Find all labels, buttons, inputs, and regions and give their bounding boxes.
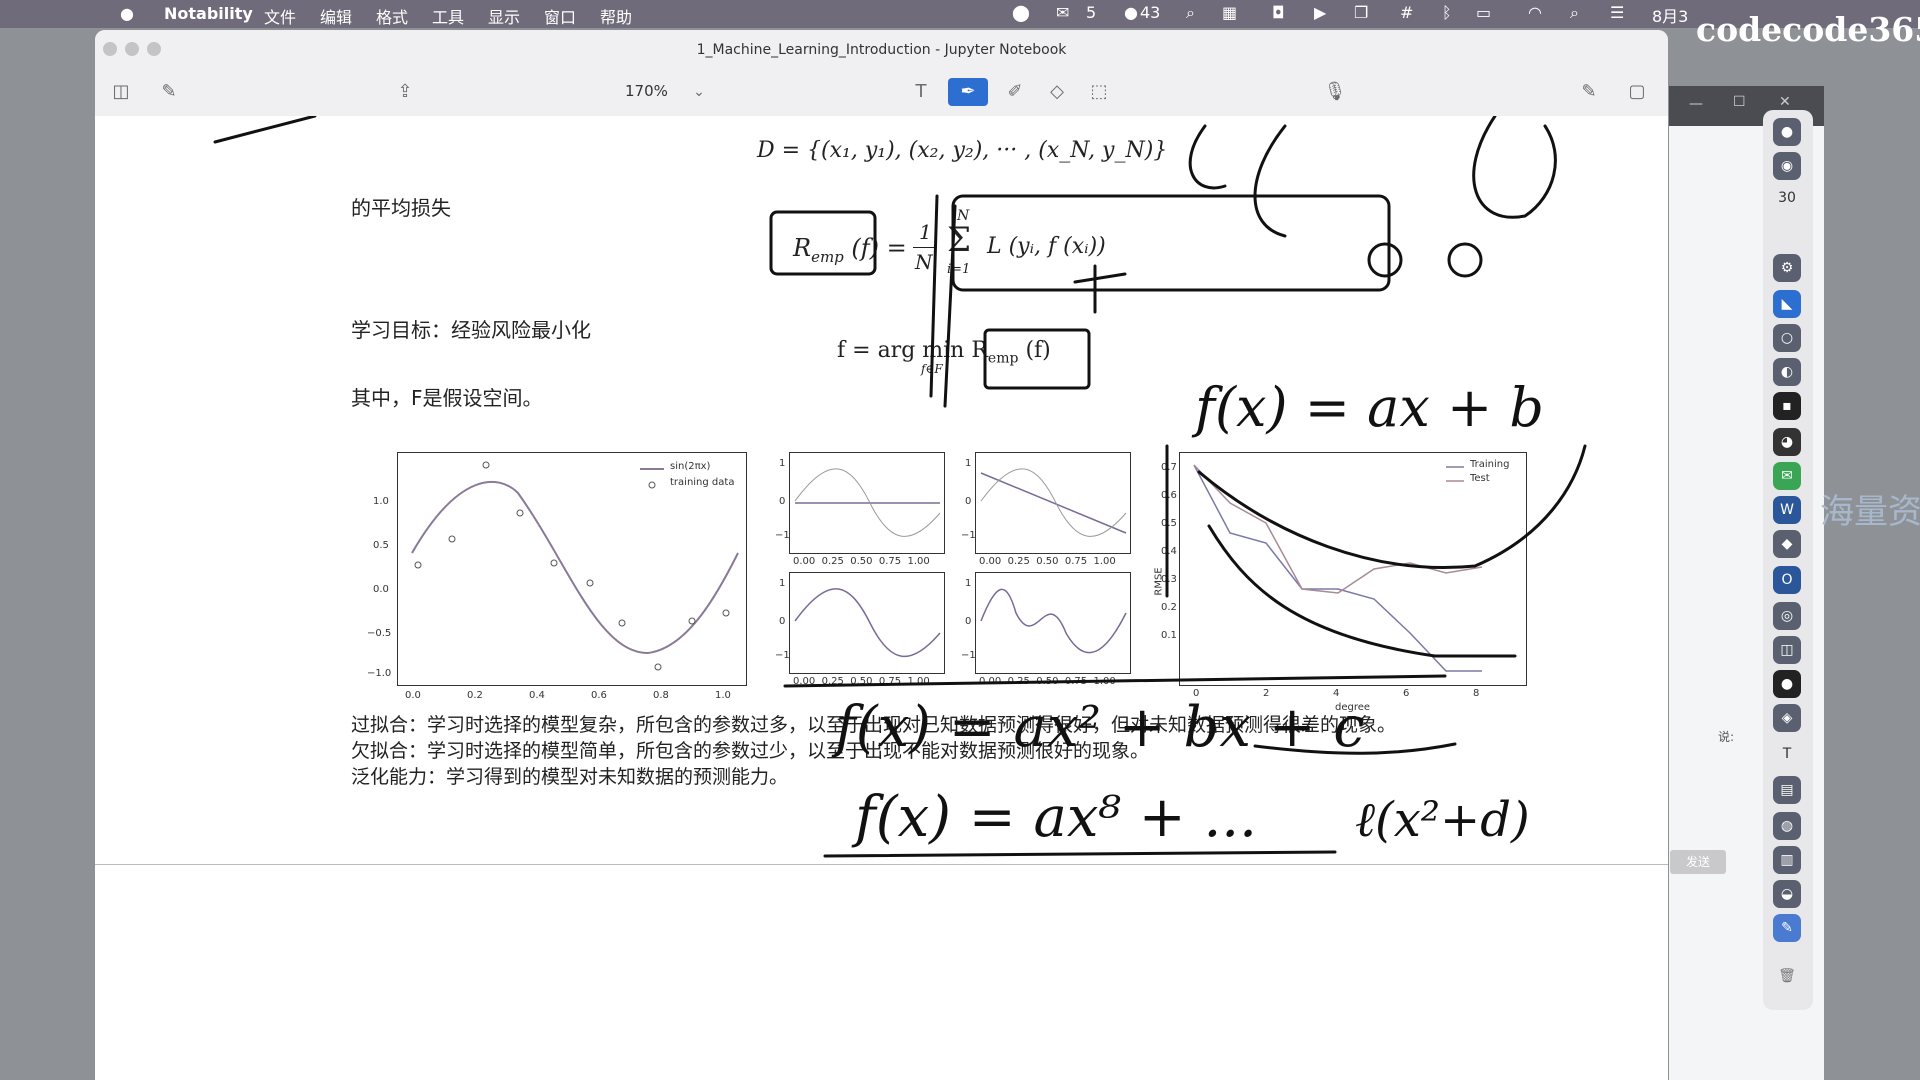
ink-line-2: f(x) = ax² + bx + c bbox=[831, 695, 1365, 760]
menu-view[interactable]: 显示 bbox=[488, 4, 520, 28]
menu-window[interactable]: 窗口 bbox=[544, 4, 576, 28]
dock-app-9-icon[interactable]: ◈ bbox=[1773, 704, 1801, 732]
text-icon[interactable]: T bbox=[1773, 740, 1801, 768]
dock-app-1-icon[interactable]: ● bbox=[1773, 118, 1801, 146]
ink-line-4: ℓ(x²+d) bbox=[1355, 792, 1530, 848]
menu-format[interactable]: 格式 bbox=[376, 4, 408, 28]
window-titlebar: 1_Machine_Learning_Introduction - Jupyte… bbox=[95, 30, 1668, 68]
notification-count: 43 bbox=[1140, 3, 1161, 22]
window-title: 1_Machine_Learning_Introduction - Jupyte… bbox=[696, 42, 1067, 58]
share-icon[interactable]: ⇪ bbox=[391, 78, 419, 106]
say-label: 说: bbox=[1718, 730, 1735, 744]
minimize-icon[interactable]: — bbox=[1689, 96, 1703, 112]
menu-help[interactable]: 帮助 bbox=[600, 4, 632, 28]
dock-app-12-icon[interactable]: ◒ bbox=[1773, 880, 1801, 908]
status-app-icon[interactable]: ⬤ bbox=[1012, 3, 1030, 22]
dock-app-2-icon[interactable]: ◉ bbox=[1773, 152, 1801, 180]
calendar-icon[interactable]: 30 bbox=[1773, 190, 1801, 212]
wechat-dock-icon[interactable]: ✉ bbox=[1773, 462, 1801, 490]
ink-line-1: f(x) = ax + b bbox=[1191, 376, 1544, 439]
side-watermark-text: 海量资 bbox=[1820, 492, 1920, 532]
toolbar bbox=[95, 68, 1668, 117]
send-button[interactable]: 发送 bbox=[1670, 850, 1726, 874]
watermark: codecode365 bbox=[1696, 10, 1920, 49]
dock-app-7-icon[interactable]: ◎ bbox=[1773, 602, 1801, 630]
play-icon[interactable]: ▶ bbox=[1314, 3, 1326, 22]
pencil-settings-icon[interactable]: ✎ bbox=[1575, 78, 1603, 106]
hash-icon[interactable]: # bbox=[1400, 3, 1413, 22]
vscode-icon[interactable]: ◣ bbox=[1773, 290, 1801, 318]
menu-file[interactable]: 文件 bbox=[264, 4, 296, 28]
word-icon[interactable]: W bbox=[1773, 496, 1801, 524]
outlook-icon[interactable]: O bbox=[1773, 566, 1801, 594]
battery-icon[interactable]: ▭ bbox=[1476, 3, 1491, 22]
text-tool-icon[interactable]: T bbox=[907, 78, 935, 106]
control-center-icon[interactable]: ☰ bbox=[1610, 3, 1624, 22]
window-icon[interactable]: ❐ bbox=[1354, 3, 1368, 22]
bookmark-icon[interactable]: ◘ bbox=[1272, 3, 1285, 22]
search-status-icon[interactable]: ⌕ bbox=[1186, 3, 1195, 23]
notability-dock-icon[interactable]: ✎ bbox=[1773, 914, 1801, 942]
github-icon[interactable]: ● bbox=[1773, 670, 1801, 698]
grid-icon[interactable]: ▦ bbox=[1222, 3, 1237, 22]
menu-tools[interactable]: 工具 bbox=[432, 4, 464, 28]
sidebar-icon[interactable]: ◫ bbox=[107, 78, 135, 106]
dock bbox=[1763, 110, 1813, 1010]
dock-app-5-icon[interactable]: ◐ bbox=[1773, 358, 1801, 386]
books-icon[interactable]: ▥ bbox=[1773, 846, 1801, 874]
maximize-icon[interactable]: ☐ bbox=[1733, 94, 1746, 110]
chevron-down-icon[interactable]: ⌄ bbox=[685, 78, 713, 106]
terminal-icon[interactable]: ▪ bbox=[1773, 392, 1801, 420]
dock-app-6-icon[interactable]: ◆ bbox=[1773, 530, 1801, 558]
ink-text: f(x) = ax + b f(x) = ax² + bx + c f(x) =… bbox=[831, 376, 1544, 850]
eraser-icon[interactable]: ◇ bbox=[1043, 78, 1071, 106]
dock-app-3-icon[interactable]: ⚙ bbox=[1773, 254, 1801, 282]
ink-line-3: f(x) = ax⁸ + ... bbox=[851, 785, 1257, 850]
microphone-icon[interactable]: 🎙 bbox=[1321, 78, 1349, 106]
lasso-icon[interactable]: ⬚ bbox=[1085, 78, 1113, 106]
zoom-level[interactable]: 170% bbox=[625, 82, 668, 100]
handwriting-ink-layer: f(x) = ax + b f(x) = ax² + bx + c f(x) =… bbox=[213, 116, 1587, 858]
dock-app-4-icon[interactable]: ○ bbox=[1773, 324, 1801, 352]
dock-app-11-icon[interactable]: ◍ bbox=[1773, 812, 1801, 840]
highlighter-icon[interactable]: ✐ bbox=[1001, 78, 1029, 106]
spotlight-icon[interactable]: ⌕ bbox=[1570, 3, 1579, 23]
note-canvas[interactable]: D = {(x₁, y₁), (x₂, y₂), ··· , (x_N, y_N… bbox=[95, 116, 1668, 1080]
dock-app-8-icon[interactable]: ◫ bbox=[1773, 636, 1801, 664]
wifi-icon[interactable]: ◠ bbox=[1528, 3, 1542, 22]
clock-date[interactable]: 8月3 bbox=[1652, 3, 1688, 27]
trash-icon[interactable]: 🗑 bbox=[1773, 962, 1801, 990]
wechat-count: 5 bbox=[1086, 3, 1097, 22]
compose-icon[interactable]: ✎ bbox=[155, 78, 183, 106]
notification-icon[interactable]: ● bbox=[1124, 3, 1138, 22]
app-menu[interactable]: Notability bbox=[164, 4, 253, 23]
menu-edit[interactable]: 编辑 bbox=[320, 4, 352, 28]
wechat-icon[interactable]: ✉ bbox=[1056, 3, 1069, 22]
bluetooth-icon[interactable]: ᛒ bbox=[1442, 3, 1452, 22]
apple-icon[interactable]: ● bbox=[120, 4, 134, 23]
dock-app-10-icon[interactable]: ▤ bbox=[1773, 776, 1801, 804]
qq-icon[interactable]: ◕ bbox=[1773, 428, 1801, 456]
pages-icon[interactable]: ▢ bbox=[1623, 78, 1651, 106]
pen-tool-icon[interactable]: ✒ bbox=[948, 78, 988, 106]
menu-bar: ● Notability 文件 编辑 格式 工具 显示 窗口 帮助 ⬤ ✉ 5 … bbox=[0, 0, 1920, 28]
notability-window: 1_Machine_Learning_Introduction - Jupyte… bbox=[95, 30, 1668, 1080]
close-icon[interactable]: ✕ bbox=[1779, 94, 1791, 110]
